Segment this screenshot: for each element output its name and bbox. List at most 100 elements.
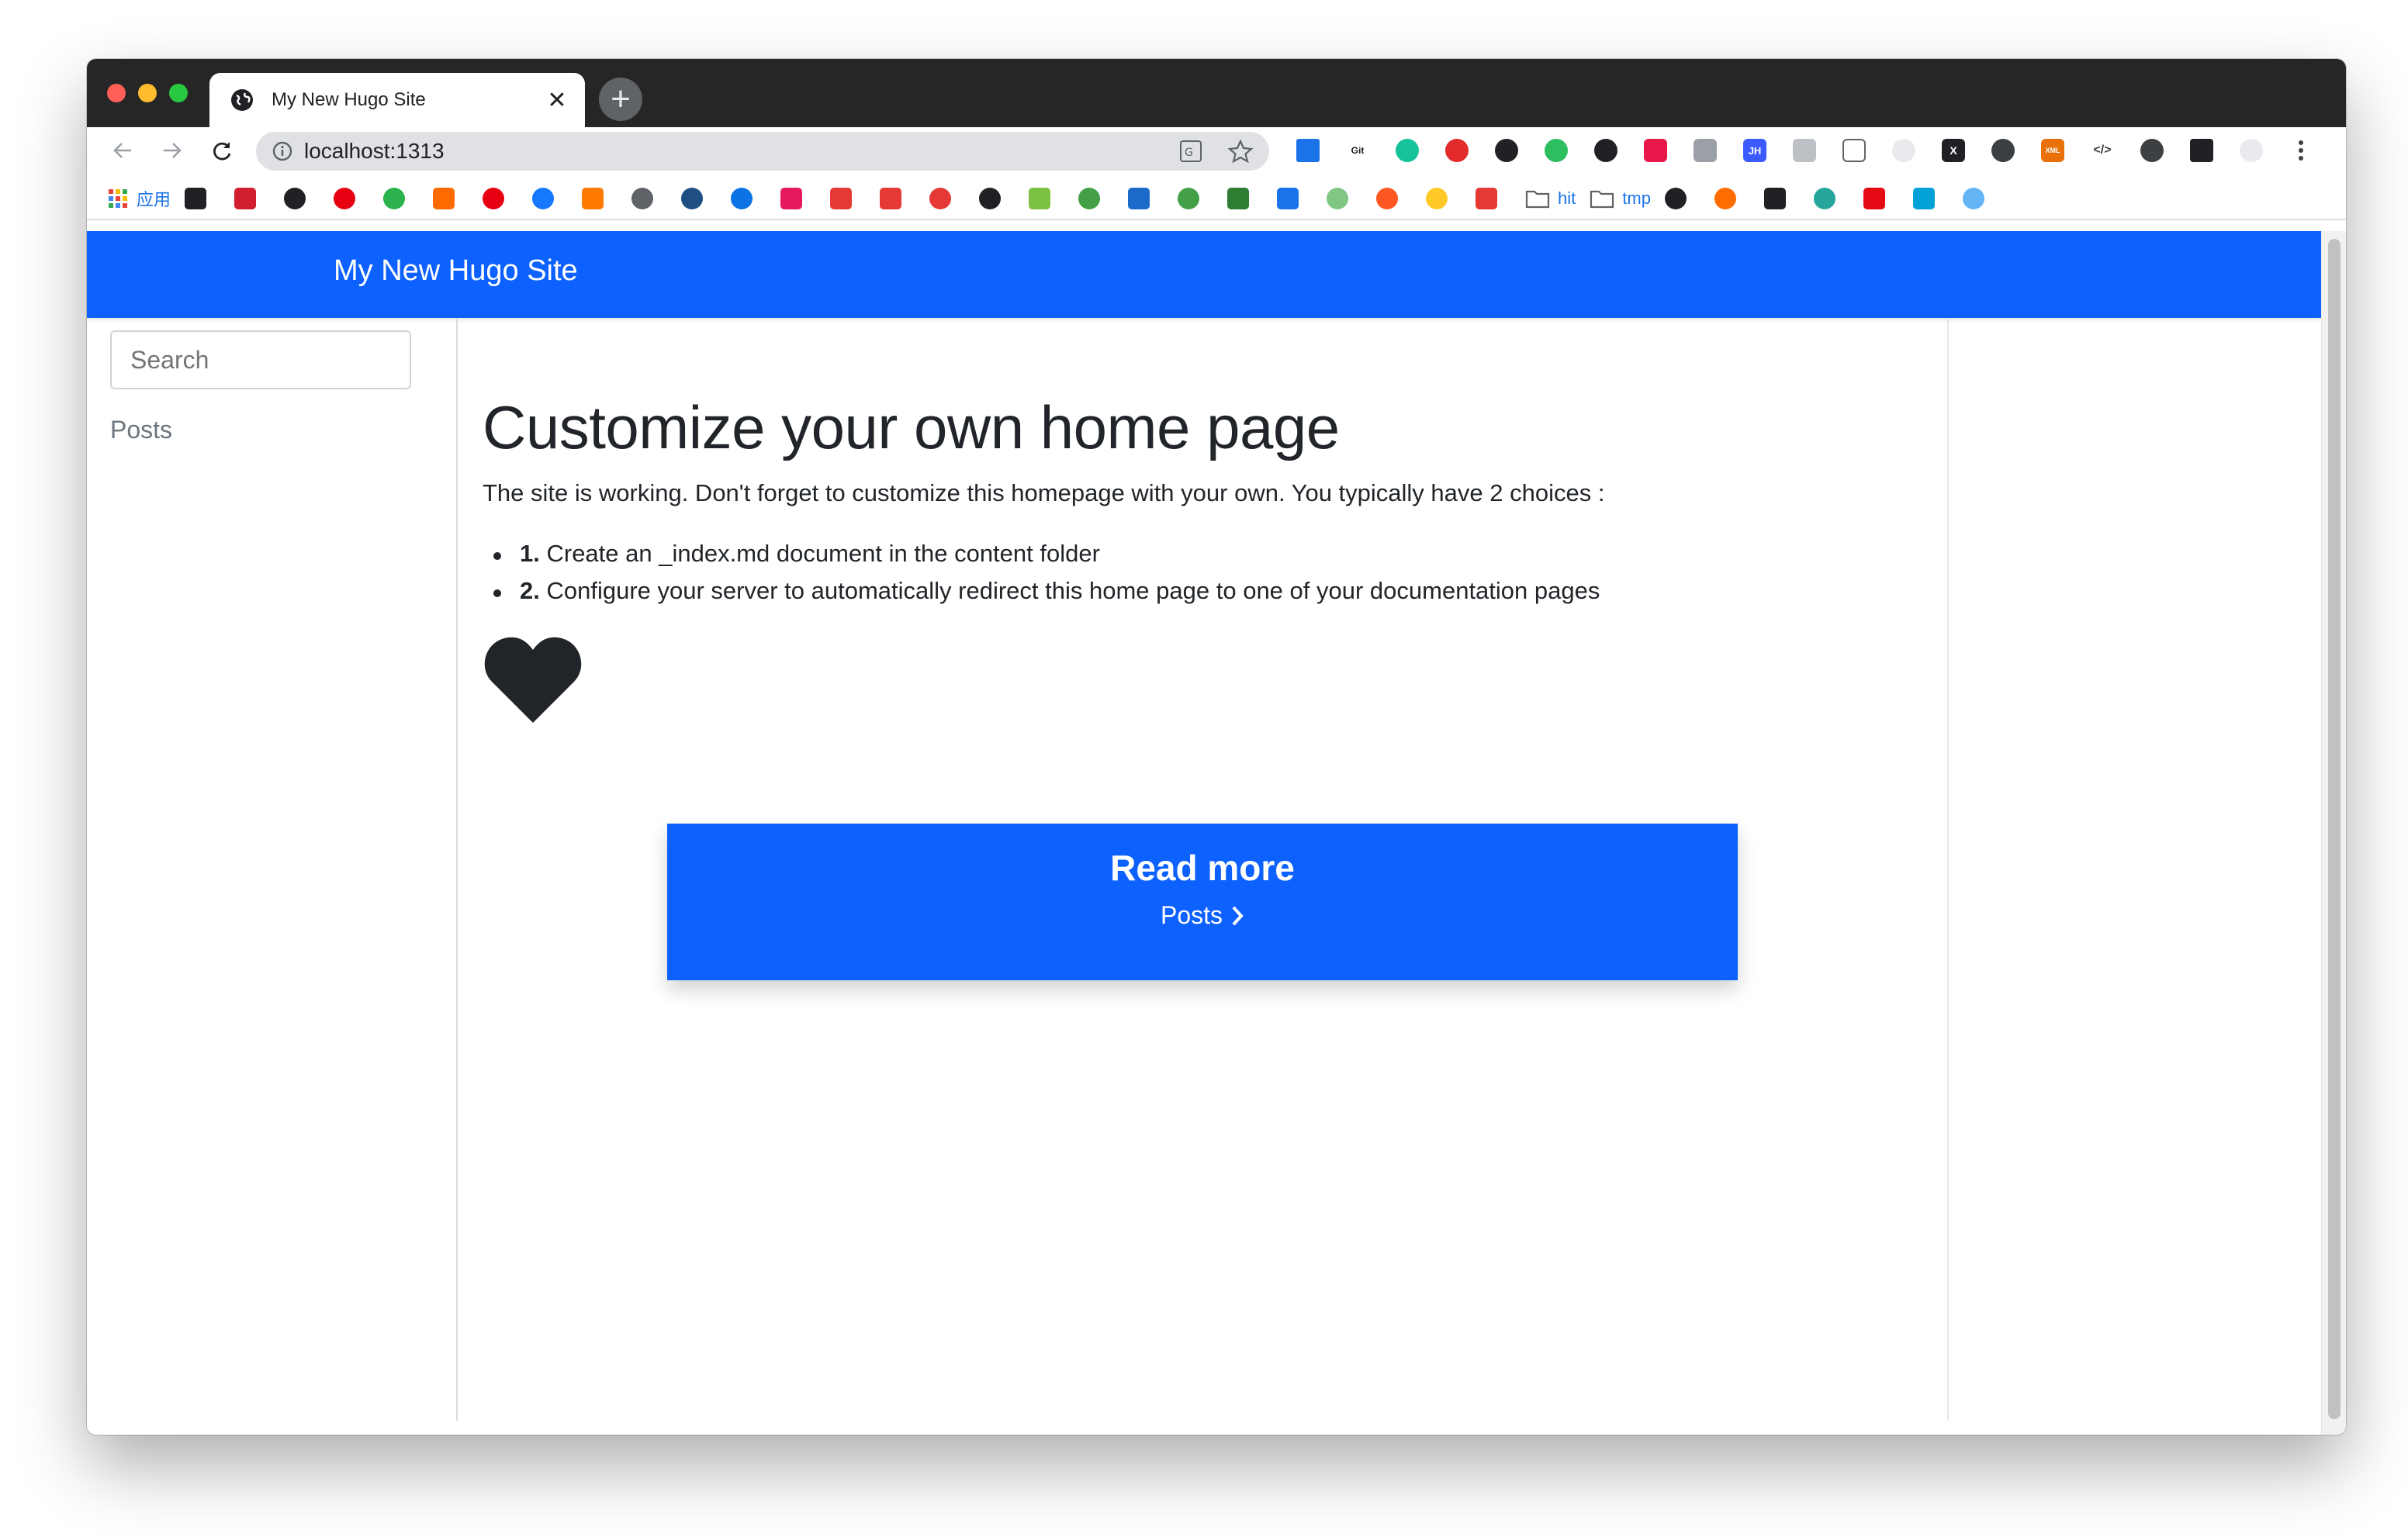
bookmark-home-icon[interactable] xyxy=(1763,183,1800,214)
read-more-title: Read more xyxy=(1110,848,1295,888)
bookmark-eye-icon[interactable] xyxy=(681,183,717,214)
bookmark-ufo-icon[interactable] xyxy=(1327,183,1362,214)
profile-avatar-icon[interactable] xyxy=(2234,135,2268,166)
ghostery-icon[interactable] xyxy=(1489,135,1524,166)
grammarly-icon[interactable] xyxy=(1390,135,1424,166)
bookmark-text-icon[interactable] xyxy=(1277,183,1313,214)
scrollbar-thumb[interactable] xyxy=(2328,239,2341,1419)
octocat-icon[interactable] xyxy=(2135,135,2169,166)
maximize-window-button[interactable] xyxy=(169,84,188,102)
bookmark-gear-icon[interactable] xyxy=(631,183,667,214)
bookmark-library-icon[interactable] xyxy=(185,183,220,214)
address-bar[interactable]: localhost:1313 G xyxy=(256,132,1269,171)
bookmark-netflix-icon[interactable] xyxy=(1863,183,1899,214)
tab-manager-icon[interactable] xyxy=(1688,135,1722,166)
bookmark-box-icon[interactable] xyxy=(582,183,618,214)
forward-icon[interactable] xyxy=(157,135,188,166)
close-tab-icon[interactable]: ✕ xyxy=(545,88,569,113)
x-icon[interactable]: X xyxy=(1936,135,1970,166)
apps-grid-icon xyxy=(109,189,127,208)
bookmark-huawei-icon[interactable] xyxy=(334,183,369,214)
bookmark-arc-icon[interactable] xyxy=(1714,183,1750,214)
bookmark-emoji-icon[interactable] xyxy=(1426,183,1462,214)
list-item-number: 1. xyxy=(520,540,540,567)
choices-list: 1. Create an _index.md document in the c… xyxy=(493,540,1600,614)
intro-paragraph: The site is working. Don't forget to cus… xyxy=(483,479,1605,506)
gitzip-icon[interactable]: Git xyxy=(1341,135,1375,166)
incognito-icon[interactable] xyxy=(1986,135,2020,166)
terminal-icon[interactable] xyxy=(1837,135,1871,166)
bookmark-on-icon[interactable] xyxy=(1128,183,1164,214)
bookmark-star-icon[interactable] xyxy=(1227,138,1254,164)
bookmark-cloud-icon[interactable] xyxy=(532,183,568,214)
site-navbar: My New Hugo Site xyxy=(87,231,2321,318)
bookmark-refresh-icon[interactable] xyxy=(383,183,419,214)
list-item-text: Configure your server to automatically r… xyxy=(546,577,1600,604)
bookmark-cloud2-icon[interactable] xyxy=(1962,183,1998,214)
bookmark-hat-icon[interactable] xyxy=(979,183,1015,214)
bookmark-tmp-label: tmp xyxy=(1622,188,1651,208)
page-viewport: My New Hugo Site Posts Customize your ow… xyxy=(87,231,2321,1435)
site-title[interactable]: My New Hugo Site xyxy=(334,254,578,288)
bookmark-smile-icon[interactable] xyxy=(1029,183,1064,214)
shield-icon[interactable] xyxy=(1787,135,1822,166)
sidebar-item-posts[interactable]: Posts xyxy=(110,416,172,444)
back-icon[interactable] xyxy=(107,135,138,166)
code-icon[interactable]: </> xyxy=(2085,135,2119,166)
bullet-icon xyxy=(493,589,501,597)
bookmark-drop-icon[interactable] xyxy=(1376,183,1412,214)
bookmark-bars-icon[interactable] xyxy=(1227,183,1263,214)
folder-icon xyxy=(1525,190,1550,209)
puzzle-icon[interactable] xyxy=(2185,135,2219,166)
browser-window: My New Hugo Site ✕ + localhost:1313 G Gi… xyxy=(87,59,2346,1435)
bookmark-leaf-icon[interactable] xyxy=(1078,183,1114,214)
bookmark-six-icon[interactable] xyxy=(1178,183,1213,214)
url-text[interactable]: localhost:1313 xyxy=(304,139,1178,164)
graduation-cap-icon[interactable] xyxy=(1291,135,1325,166)
bookmark-folder-hit[interactable]: hit xyxy=(1525,183,1576,214)
bicycle-icon[interactable] xyxy=(1887,135,1921,166)
bullet-icon xyxy=(493,552,501,560)
read-more-link-label: Posts xyxy=(1160,901,1223,929)
translate-icon[interactable]: G xyxy=(1178,138,1204,164)
read-more-card[interactable]: Read more Posts xyxy=(667,824,1738,980)
bookmark-apps[interactable]: 应用 xyxy=(107,183,171,214)
list-item-text: Create an _index.md document in the cont… xyxy=(546,540,1100,567)
mindmap-icon[interactable] xyxy=(1638,135,1673,166)
minimize-window-button[interactable] xyxy=(138,84,157,102)
browser-tab[interactable]: My New Hugo Site ✕ xyxy=(209,73,585,127)
bookmark-huawei2-icon[interactable] xyxy=(483,183,518,214)
reload-icon[interactable] xyxy=(206,135,237,166)
heart-icon xyxy=(484,637,582,723)
bookmark-tv-icon[interactable] xyxy=(1912,183,1949,214)
bookmark-folder-tmp[interactable]: tmp xyxy=(1590,183,1651,214)
bookmark-c-icon[interactable] xyxy=(234,183,270,214)
close-window-button[interactable] xyxy=(107,84,126,102)
bookmark-bolt-icon[interactable] xyxy=(1476,183,1511,214)
adblock-icon[interactable] xyxy=(1440,135,1474,166)
bookmark-bracket-icon[interactable] xyxy=(433,183,469,214)
chevron-right-icon xyxy=(1232,906,1244,925)
bookmark-ring-icon[interactable] xyxy=(731,183,766,214)
bookmark-n-icon[interactable] xyxy=(880,183,915,214)
xml-icon[interactable]: XML xyxy=(2036,135,2070,166)
site-info-icon[interactable] xyxy=(272,140,293,162)
bookmark-red-icon[interactable] xyxy=(830,183,866,214)
bookmark-globe-icon[interactable] xyxy=(1664,183,1700,214)
read-more-posts-link[interactable]: Posts xyxy=(1161,901,1244,930)
scrollbar[interactable] xyxy=(2321,231,2346,1435)
bookmarks-bar: 应用 hit tmp xyxy=(87,174,2346,220)
globe-icon xyxy=(231,89,253,111)
octotree-icon[interactable] xyxy=(1589,135,1623,166)
bookmark-dots-icon[interactable] xyxy=(1813,183,1849,214)
bookmark-g-icon[interactable] xyxy=(929,183,965,214)
jsonhero-icon[interactable]: JH xyxy=(1738,135,1772,166)
bookmark-pink-icon[interactable] xyxy=(780,183,816,214)
evernote-icon[interactable] xyxy=(1539,135,1573,166)
new-tab-button[interactable]: + xyxy=(599,78,642,121)
bookmark-github-icon[interactable] xyxy=(284,183,320,214)
more-menu-icon[interactable] xyxy=(2284,135,2318,166)
right-column-divider xyxy=(1947,318,1949,1421)
search-input[interactable] xyxy=(110,330,411,389)
title-bar: My New Hugo Site ✕ + xyxy=(87,59,2346,127)
